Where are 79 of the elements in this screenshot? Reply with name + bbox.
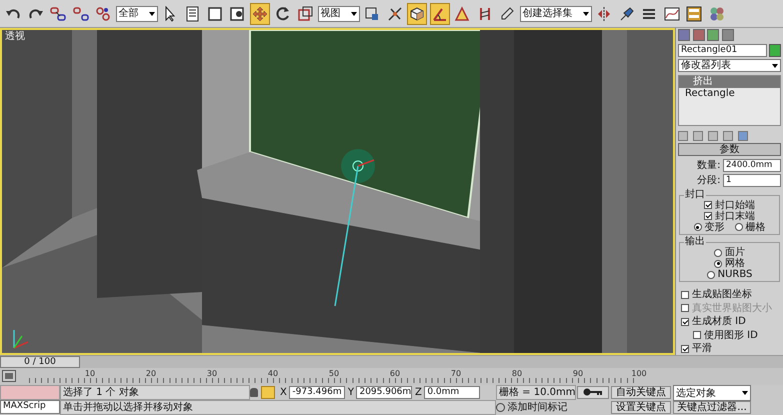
radio-button[interactable] xyxy=(734,223,742,232)
angle-icon[interactable] xyxy=(430,2,450,24)
field-label: 数量: xyxy=(697,160,720,171)
track-bar-icon[interactable] xyxy=(3,371,15,381)
object-color-swatch[interactable] xyxy=(769,44,781,56)
number-spinner-field[interactable]: 2400.0mm xyxy=(723,158,781,172)
time-slider-track[interactable]: 0 / 100 xyxy=(0,355,783,368)
radio-label: NURBS xyxy=(718,269,752,280)
checkbox[interactable] xyxy=(681,290,689,298)
checkbox-label: 生成贴图坐标 xyxy=(692,289,752,300)
axis-tripod-icon xyxy=(13,330,28,349)
timeline-tick-label: 100 xyxy=(631,370,647,379)
move-gizmo-icon[interactable] xyxy=(334,149,375,306)
timeline-tick-label: 20 xyxy=(146,370,156,379)
checkbox[interactable] xyxy=(681,318,689,326)
maxscript-field[interactable]: MAXScrip xyxy=(0,400,60,414)
checkbox-label: 使用图形 ID xyxy=(704,330,758,340)
coordinate-axis-label: Y xyxy=(348,387,354,398)
modifier-stack-item[interactable]: Rectangle xyxy=(679,88,780,100)
viewport[interactable]: 透视 xyxy=(0,28,675,355)
key-mode-button[interactable] xyxy=(577,386,609,399)
radio-label: 网格 xyxy=(725,258,745,270)
modifier-stack-item[interactable]: 挤出 xyxy=(679,76,780,88)
toolbar-dropdown[interactable]: 视图 xyxy=(318,6,360,22)
object-name-field[interactable]: Rectangle01 xyxy=(678,44,766,56)
number-spinner-field[interactable]: 1 xyxy=(723,174,781,188)
timeline-tick-label: 50 xyxy=(328,370,340,379)
script-listener-field[interactable] xyxy=(0,385,60,400)
checkbox-label: 平滑 xyxy=(692,343,712,354)
radio-button[interactable] xyxy=(706,270,715,279)
coordinate-field[interactable]: 0.0mm xyxy=(424,386,480,399)
set-key-button[interactable]: 设置关键点 xyxy=(611,401,671,414)
radio-label: 面片 xyxy=(725,247,745,258)
coordinate-axis-label: Z xyxy=(414,387,422,398)
checkbox-label: 封口始端 xyxy=(715,200,755,211)
timeline-tick-label: 30 xyxy=(206,370,218,379)
checkbox[interactable] xyxy=(681,344,689,352)
lock-icon[interactable] xyxy=(250,388,258,397)
selection-status-text: 选择了 1 个 对象 xyxy=(60,385,250,400)
coordinate-field[interactable]: 2095.906m xyxy=(356,386,412,399)
checkbox-label: 生成材质 ID xyxy=(692,316,746,327)
key-mode-dropdown[interactable]: 选定对象 xyxy=(673,385,751,401)
grid-size-text: 栅格 = 10.0mm xyxy=(496,385,576,400)
modifier-list-dropdown[interactable]: 修改器列表 xyxy=(678,59,781,72)
coordinate-axis-label: X xyxy=(280,387,287,398)
time-slider-thumb[interactable]: 0 / 100 xyxy=(0,356,80,368)
radio-button[interactable] xyxy=(714,248,722,257)
add-time-tag-label[interactable]: 添加时间标记 xyxy=(508,402,568,413)
radio-label: 变形 xyxy=(704,222,724,233)
radio-button[interactable] xyxy=(714,260,722,268)
checkbox[interactable] xyxy=(704,201,712,210)
checkbox-label: 封口末端 xyxy=(715,210,755,222)
auto-key-button[interactable]: 自动关键点 xyxy=(611,386,671,399)
coordinate-field[interactable]: -973.496m xyxy=(289,386,346,399)
radio-button[interactable] xyxy=(694,223,702,232)
prompt-text: 单击并拖动以选择并移动对象 xyxy=(60,400,496,415)
timeline-tick-label: 10 xyxy=(84,370,96,379)
timeline-tick-label: 60 xyxy=(390,370,400,379)
viewport-label[interactable]: 透视 xyxy=(5,31,25,42)
toolbar-dropdown[interactable]: 创建选择集 xyxy=(520,6,592,22)
clock-icon[interactable] xyxy=(496,403,505,412)
field-label: 分段: xyxy=(697,175,720,186)
timeline-tick-label: 90 xyxy=(572,370,584,379)
move-icon[interactable] xyxy=(250,2,270,24)
group-title: 输出 xyxy=(684,237,706,248)
key-icon xyxy=(583,387,603,398)
snap-icon[interactable] xyxy=(407,2,427,24)
radio-label: 栅格 xyxy=(746,222,766,233)
toolbar-dropdown[interactable]: 全部 xyxy=(116,6,158,22)
timeline-tick-label: 70 xyxy=(450,370,462,379)
key-filters-button[interactable]: 关键点过滤器... xyxy=(673,401,751,414)
modifier-stack-list[interactable]: 挤出 Rectangle xyxy=(678,74,781,126)
timeline-tick-label: 80 xyxy=(512,370,522,379)
checkbox[interactable] xyxy=(704,212,712,220)
group-title: 封口 xyxy=(684,190,706,200)
timeline-tick-label: 40 xyxy=(268,370,278,379)
rollout-header[interactable]: 参数 xyxy=(678,143,781,156)
checkbox-label: 真实世界贴图大小 xyxy=(692,302,772,314)
checkbox[interactable] xyxy=(693,331,701,339)
